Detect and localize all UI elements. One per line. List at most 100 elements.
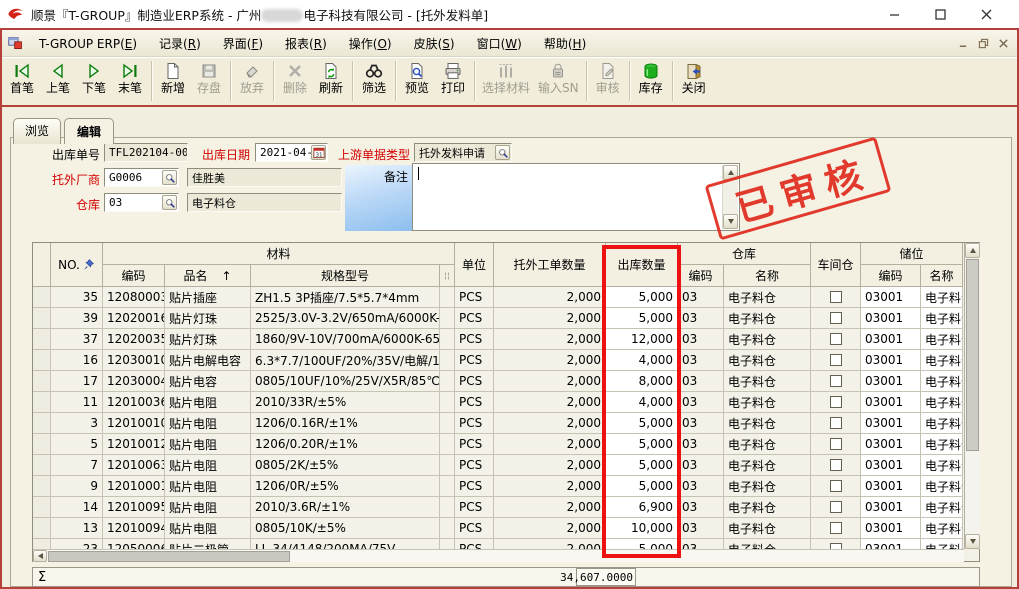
cell-loc_name[interactable]: 电子料仓一储 — [921, 539, 963, 549]
cell-code[interactable]: 12020035 — [103, 329, 165, 350]
cell-wo_qty[interactable]: 2,000 — [494, 413, 606, 434]
cell-wh_code[interactable]: 03 — [678, 413, 724, 434]
cell-sel[interactable] — [33, 539, 51, 549]
cell-sel[interactable] — [33, 308, 51, 329]
cell-loc_name[interactable]: 电子料仓一储 — [921, 476, 963, 497]
workshop-warehouse-checkbox[interactable] — [830, 459, 842, 471]
cell-code[interactable]: 12010012 — [103, 434, 165, 455]
cell-wh_name[interactable]: 电子料仓 — [724, 308, 811, 329]
cell-name[interactable]: 贴片灯珠 — [165, 329, 251, 350]
cell-wh_code[interactable]: 03 — [678, 308, 724, 329]
toolbar-button-next-record[interactable]: 下笔 — [76, 59, 112, 104]
cell-unit[interactable]: PCS — [455, 497, 494, 518]
cell-no[interactable]: 17 — [51, 371, 103, 392]
cell-sel[interactable] — [33, 287, 51, 308]
cell-unit[interactable]: PCS — [455, 434, 494, 455]
cell-code[interactable]: 12010095 — [103, 497, 165, 518]
cell-no[interactable]: 9 — [51, 476, 103, 497]
cell-sel[interactable] — [33, 329, 51, 350]
cell-loc_code[interactable]: 03001 — [861, 350, 921, 371]
cell-loc_name[interactable]: 电子料仓一储 — [921, 329, 963, 350]
table-row[interactable]: 1312010094贴片电阻0805/10K/±5%PCS2,00010,000… — [33, 518, 964, 539]
vertical-scrollbar[interactable] — [964, 243, 980, 549]
cell-spec[interactable]: 1206/0.20R/±1% — [251, 434, 440, 455]
cell-loc_name[interactable]: 电子料仓一储 — [921, 413, 963, 434]
cell-name[interactable]: 贴片电解电容 — [165, 350, 251, 371]
cell-ws_wh[interactable] — [811, 287, 861, 308]
cell-no[interactable]: 37 — [51, 329, 103, 350]
workshop-warehouse-checkbox[interactable] — [830, 501, 842, 513]
cell-loc_code[interactable]: 03001 — [861, 539, 921, 549]
vertical-scroll-thumb[interactable] — [966, 259, 979, 451]
cell-wh_code[interactable]: 03 — [678, 518, 724, 539]
cell-wo_qty[interactable]: 2,000 — [494, 308, 606, 329]
column-header-location-name[interactable]: 名称 — [921, 265, 963, 287]
remark-textarea[interactable] — [412, 163, 740, 231]
cell-loc_code[interactable]: 03001 — [861, 518, 921, 539]
cell-wo_qty[interactable]: 2,000 — [494, 371, 606, 392]
warehouse-code-field[interactable]: 03 — [104, 193, 179, 212]
cell-name[interactable]: 贴片二极管 — [165, 539, 251, 549]
cell-spec[interactable]: 1206/0R/±5% — [251, 476, 440, 497]
cell-loc_name[interactable]: 电子料仓一储 — [921, 371, 963, 392]
cell-gap[interactable] — [440, 518, 455, 539]
cell-unit[interactable]: PCS — [455, 518, 494, 539]
cell-ws_wh[interactable] — [811, 413, 861, 434]
cell-unit[interactable]: PCS — [455, 350, 494, 371]
menu-item-skin[interactable]: 皮肤(S) — [403, 33, 466, 55]
cell-spec[interactable]: LL-34/4148/200MA/75V — [251, 539, 440, 549]
tab-browse[interactable]: 浏览 — [13, 118, 61, 144]
cell-gap[interactable] — [440, 476, 455, 497]
cell-gap[interactable] — [440, 497, 455, 518]
table-row[interactable]: 3712020035贴片灯珠1860/9V-10V/700mA/6000K-65… — [33, 329, 964, 350]
cell-code[interactable]: 12010010 — [103, 413, 165, 434]
cell-wh_name[interactable]: 电子料仓 — [724, 518, 811, 539]
cell-sel[interactable] — [33, 371, 51, 392]
toolbar-button-print[interactable]: 打印 — [435, 59, 471, 104]
cell-loc_code[interactable]: 03001 — [861, 392, 921, 413]
workshop-warehouse-checkbox[interactable] — [830, 375, 842, 387]
cell-name[interactable]: 贴片灯珠 — [165, 308, 251, 329]
cell-unit[interactable]: PCS — [455, 476, 494, 497]
table-row[interactable]: 3512080003贴片插座ZH1.5 3P插座/7.5*5.7*4mmPCS2… — [33, 287, 964, 308]
cell-wh_name[interactable]: 电子料仓 — [724, 350, 811, 371]
cell-loc_code[interactable]: 03001 — [861, 287, 921, 308]
cell-wh_code[interactable]: 03 — [678, 392, 724, 413]
toolbar-button-stock[interactable]: 库存 — [633, 59, 669, 104]
cell-no[interactable]: 3 — [51, 413, 103, 434]
table-row[interactable]: 312010010贴片电阻1206/0.16R/±1%PCS2,0005,000… — [33, 413, 964, 434]
cell-loc_code[interactable]: 03001 — [861, 329, 921, 350]
cell-wo_qty[interactable]: 2,000 — [494, 434, 606, 455]
menu-item-window[interactable]: 窗口(W) — [466, 33, 533, 55]
cell-spec[interactable]: 6.3*7.7/100UF/20%/35V/电解/105℃ — [251, 350, 440, 371]
cell-sel[interactable] — [33, 434, 51, 455]
cell-wo_qty[interactable]: 2,000 — [494, 287, 606, 308]
scroll-up-icon[interactable] — [965, 243, 980, 258]
cell-name[interactable]: 贴片电阻 — [165, 413, 251, 434]
cell-wo_qty[interactable]: 2,000 — [494, 455, 606, 476]
calendar-icon[interactable]: 31 — [311, 145, 326, 160]
cell-wh_code[interactable]: 03 — [678, 371, 724, 392]
cell-ws_wh[interactable] — [811, 539, 861, 549]
cell-wo_qty[interactable]: 2,000 — [494, 329, 606, 350]
cell-ws_wh[interactable] — [811, 434, 861, 455]
issue-date-field[interactable]: 2021-04-12 31 — [255, 143, 328, 162]
upstream-type-field[interactable]: 托外发料申请 — [414, 143, 512, 162]
cell-spec[interactable]: 1206/0.16R/±1% — [251, 413, 440, 434]
cell-ws_wh[interactable] — [811, 308, 861, 329]
lookup-icon[interactable] — [162, 170, 177, 185]
cell-wo_qty[interactable]: 2,000 — [494, 497, 606, 518]
cell-wh_name[interactable]: 电子料仓 — [724, 497, 811, 518]
cell-wh_code[interactable]: 03 — [678, 434, 724, 455]
cell-name[interactable]: 贴片电容 — [165, 371, 251, 392]
cell-wh_code[interactable]: 03 — [678, 497, 724, 518]
cell-spec[interactable]: 2010/3.6R/±1% — [251, 497, 440, 518]
cell-name[interactable]: 贴片插座 — [165, 287, 251, 308]
workshop-warehouse-checkbox[interactable] — [830, 333, 842, 345]
cell-gap[interactable] — [440, 413, 455, 434]
cell-gap[interactable] — [440, 392, 455, 413]
cell-loc_code[interactable]: 03001 — [861, 455, 921, 476]
cell-wo_qty[interactable]: 2,000 — [494, 518, 606, 539]
table-row[interactable]: 712010063贴片电阻0805/2K/±5%PCS2,0005,00003电… — [33, 455, 964, 476]
cell-wh_name[interactable]: 电子料仓 — [724, 287, 811, 308]
